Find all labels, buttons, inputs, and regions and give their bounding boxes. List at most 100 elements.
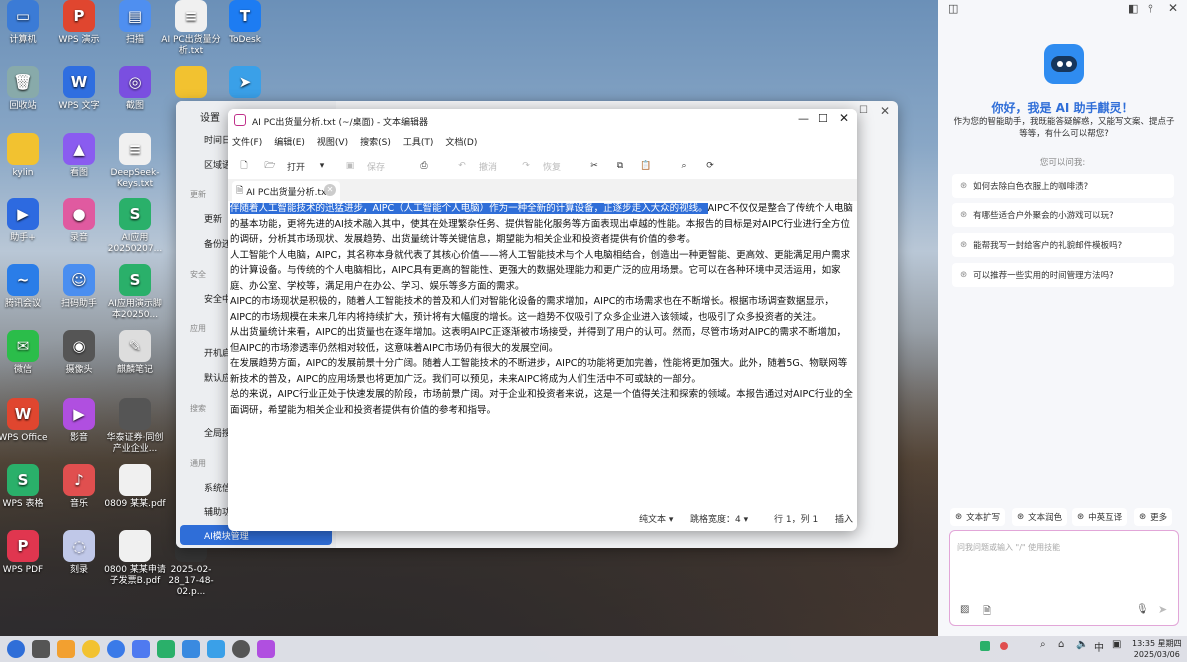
- redo-button[interactable]: 恢复: [542, 155, 562, 177]
- tray-volume-icon[interactable]: 🔈: [1076, 639, 1088, 650]
- desktop-icon[interactable]: ▲ 看图: [48, 133, 110, 179]
- desktop-icon[interactable]: W WPS 文字: [48, 66, 110, 112]
- desktop-icon[interactable]: 华泰证券·同创产业企业...: [104, 398, 166, 455]
- desktop-icon[interactable]: kylin: [0, 133, 54, 179]
- tray-search-icon[interactable]: ⌕: [1040, 639, 1046, 650]
- save-button[interactable]: 保存: [366, 155, 386, 177]
- maximize-button[interactable]: ☐: [818, 112, 828, 125]
- desktop-icon[interactable]: ~ 腾讯会议: [0, 264, 54, 310]
- menu-edit[interactable]: 编辑(E): [274, 135, 305, 151]
- desktop-icon[interactable]: ▶ 影音: [48, 398, 110, 444]
- desktop-icon[interactable]: ≡ DeepSeek-Keys.txt: [104, 133, 166, 190]
- desktop-icon[interactable]: [160, 66, 222, 101]
- multitask-icon[interactable]: [32, 640, 50, 658]
- desktop-icon[interactable]: ◎ 截图: [104, 66, 166, 112]
- split-view-icon[interactable]: ◧: [1128, 2, 1138, 15]
- desktop-icon[interactable]: ≡ AI PC出货量分析.txt: [160, 0, 222, 57]
- taskbar-app-7-icon[interactable]: [207, 640, 225, 658]
- new-file-icon[interactable]: 🗋: [234, 155, 254, 177]
- desktop-icon[interactable]: ◉ 摄像头: [48, 330, 110, 376]
- desktop-icon[interactable]: ✎ 麒麟笔记: [104, 330, 166, 376]
- text-editor-taskbar-icon[interactable]: [257, 640, 275, 658]
- desktop-icon[interactable]: ➤: [214, 66, 276, 101]
- ai-input-box[interactable]: 问我问题或输入 "/" 使用技能 ▨ 🗎 🎙 ➤: [949, 530, 1179, 626]
- desktop-icon[interactable]: S AI应用 20250207...: [104, 198, 166, 255]
- sidebar-toggle-icon[interactable]: ◫: [948, 2, 958, 15]
- file-tab[interactable]: 🗎 AI PC出货量分析.txt ✕: [232, 181, 340, 201]
- replace-icon[interactable]: ⟳: [700, 155, 720, 177]
- tab-width-selector[interactable]: 跳格宽度：4 ▾: [690, 512, 748, 525]
- desktop-icon[interactable]: ▶ 助手+: [0, 198, 54, 244]
- open-folder-icon[interactable]: 🗁: [260, 155, 280, 177]
- menu-tools[interactable]: 工具(T): [403, 135, 434, 151]
- desktop-icon[interactable]: ▤ 扫描: [104, 0, 166, 46]
- desktop-icon[interactable]: P WPS PDF: [0, 530, 54, 576]
- start-menu-icon[interactable]: [7, 640, 25, 658]
- settings-maximize-button[interactable]: ☐: [859, 105, 868, 116]
- chip-translate[interactable]: ⊛ 中英互译: [1072, 508, 1128, 526]
- cut-icon[interactable]: ✂: [584, 155, 604, 177]
- chip-more[interactable]: ⊛ 更多: [1134, 508, 1173, 526]
- taskbar-app-5-icon[interactable]: [157, 640, 175, 658]
- desktop-icon[interactable]: P WPS 演示: [48, 0, 110, 46]
- pin-icon[interactable]: ⫯: [1148, 2, 1153, 16]
- desktop-icon[interactable]: 0809 某某.pdf: [104, 464, 166, 510]
- desktop-icon[interactable]: S AI应用演示脚本20250...: [104, 264, 166, 321]
- tab-close-icon[interactable]: ✕: [324, 184, 336, 196]
- undo-button[interactable]: 撤消: [478, 155, 498, 177]
- menu-file[interactable]: 文件(F): [232, 135, 262, 151]
- ai-close-button[interactable]: ✕: [1168, 1, 1178, 15]
- minimize-button[interactable]: —: [798, 112, 809, 125]
- close-button[interactable]: ✕: [839, 111, 849, 125]
- desktop-icon[interactable]: ▭ 计算机: [0, 0, 54, 46]
- suggestion-3[interactable]: ⊛ 能帮我写一封给客户的礼貌邮件模板吗?: [952, 233, 1174, 257]
- desktop-icon[interactable]: T ToDesk: [214, 0, 276, 46]
- open-button[interactable]: 打开: [286, 155, 306, 177]
- chip-polish[interactable]: ⊛ 文本润色: [1012, 508, 1068, 526]
- search-icon[interactable]: ⌕: [674, 155, 694, 177]
- suggestion-2[interactable]: ⊛ 有哪些适合户外聚会的小游戏可以玩?: [952, 203, 1174, 227]
- taskbar-app-6-icon[interactable]: [182, 640, 200, 658]
- chip-expand[interactable]: ⊛ 文本扩写: [950, 508, 1006, 526]
- menu-search[interactable]: 搜索(S): [360, 135, 391, 151]
- suggestion-1[interactable]: ⊛ 如何去除白色衣服上的咖啡渍?: [952, 174, 1174, 198]
- desktop-icon[interactable]: ♪ 音乐: [48, 464, 110, 510]
- redo-icon[interactable]: ↷: [516, 155, 536, 177]
- desktop-icon[interactable]: ☺ 扫码助手: [48, 264, 110, 310]
- desktop-icon[interactable]: S WPS 表格: [0, 464, 54, 510]
- taskbar-app-4-icon[interactable]: [132, 640, 150, 658]
- insert-mode[interactable]: 插入: [835, 512, 853, 525]
- save-icon[interactable]: ▣: [340, 155, 360, 177]
- suggestion-4[interactable]: ⊛ 可以推荐一些实用的时间管理方法吗?: [952, 263, 1174, 287]
- copy-icon[interactable]: ⧉: [610, 155, 630, 177]
- settings-taskbar-icon[interactable]: [232, 640, 250, 658]
- desktop-icon[interactable]: 0800 某某申请 子发票B.pdf: [104, 530, 166, 587]
- menu-view[interactable]: 视图(V): [317, 135, 348, 151]
- microphone-icon[interactable]: 🎙: [1136, 604, 1149, 615]
- desktop-icon[interactable]: ● 录音: [48, 198, 110, 244]
- file-upload-icon[interactable]: 🗎: [983, 604, 991, 621]
- tray-network-icon[interactable]: ⌂: [1058, 639, 1064, 650]
- tray-notification-icon[interactable]: ▣: [1112, 639, 1121, 650]
- taskbar-app-1-icon[interactable]: [57, 640, 75, 658]
- desktop-icon[interactable]: 🗑 回收站: [0, 66, 54, 112]
- desktop-icon[interactable]: ✉ 微信: [0, 330, 54, 376]
- format-selector[interactable]: 纯文本 ▾: [639, 512, 673, 525]
- browser-icon[interactable]: [107, 640, 125, 658]
- send-icon[interactable]: ➤: [1158, 603, 1167, 616]
- settings-close-button[interactable]: ✕: [880, 104, 890, 118]
- paste-icon[interactable]: 📋: [636, 155, 656, 177]
- undo-icon[interactable]: ↶: [452, 155, 472, 177]
- settings-item-update[interactable]: 更新: [204, 212, 222, 225]
- tray-input-method-icon[interactable]: 中: [1094, 639, 1104, 654]
- tray-record-icon[interactable]: [1000, 642, 1008, 650]
- desktop-icon[interactable]: ◌ 刻录: [48, 530, 110, 576]
- taskbar-app-2-icon[interactable]: [82, 640, 100, 658]
- menu-document[interactable]: 文档(D): [445, 135, 477, 151]
- tray-app-icon[interactable]: [980, 641, 990, 651]
- image-upload-icon[interactable]: ▨: [960, 604, 969, 615]
- clock[interactable]: 13:35 星期四 2025/03/06: [1132, 638, 1182, 660]
- desktop-icon[interactable]: W WPS Office: [0, 398, 54, 444]
- editor-text-area[interactable]: 伴随着人工智能技术的迅猛进步，AIPC（人工智能个人电脑）作为一种全新的计算设备…: [230, 201, 855, 501]
- open-dropdown-icon[interactable]: ▾: [312, 155, 332, 177]
